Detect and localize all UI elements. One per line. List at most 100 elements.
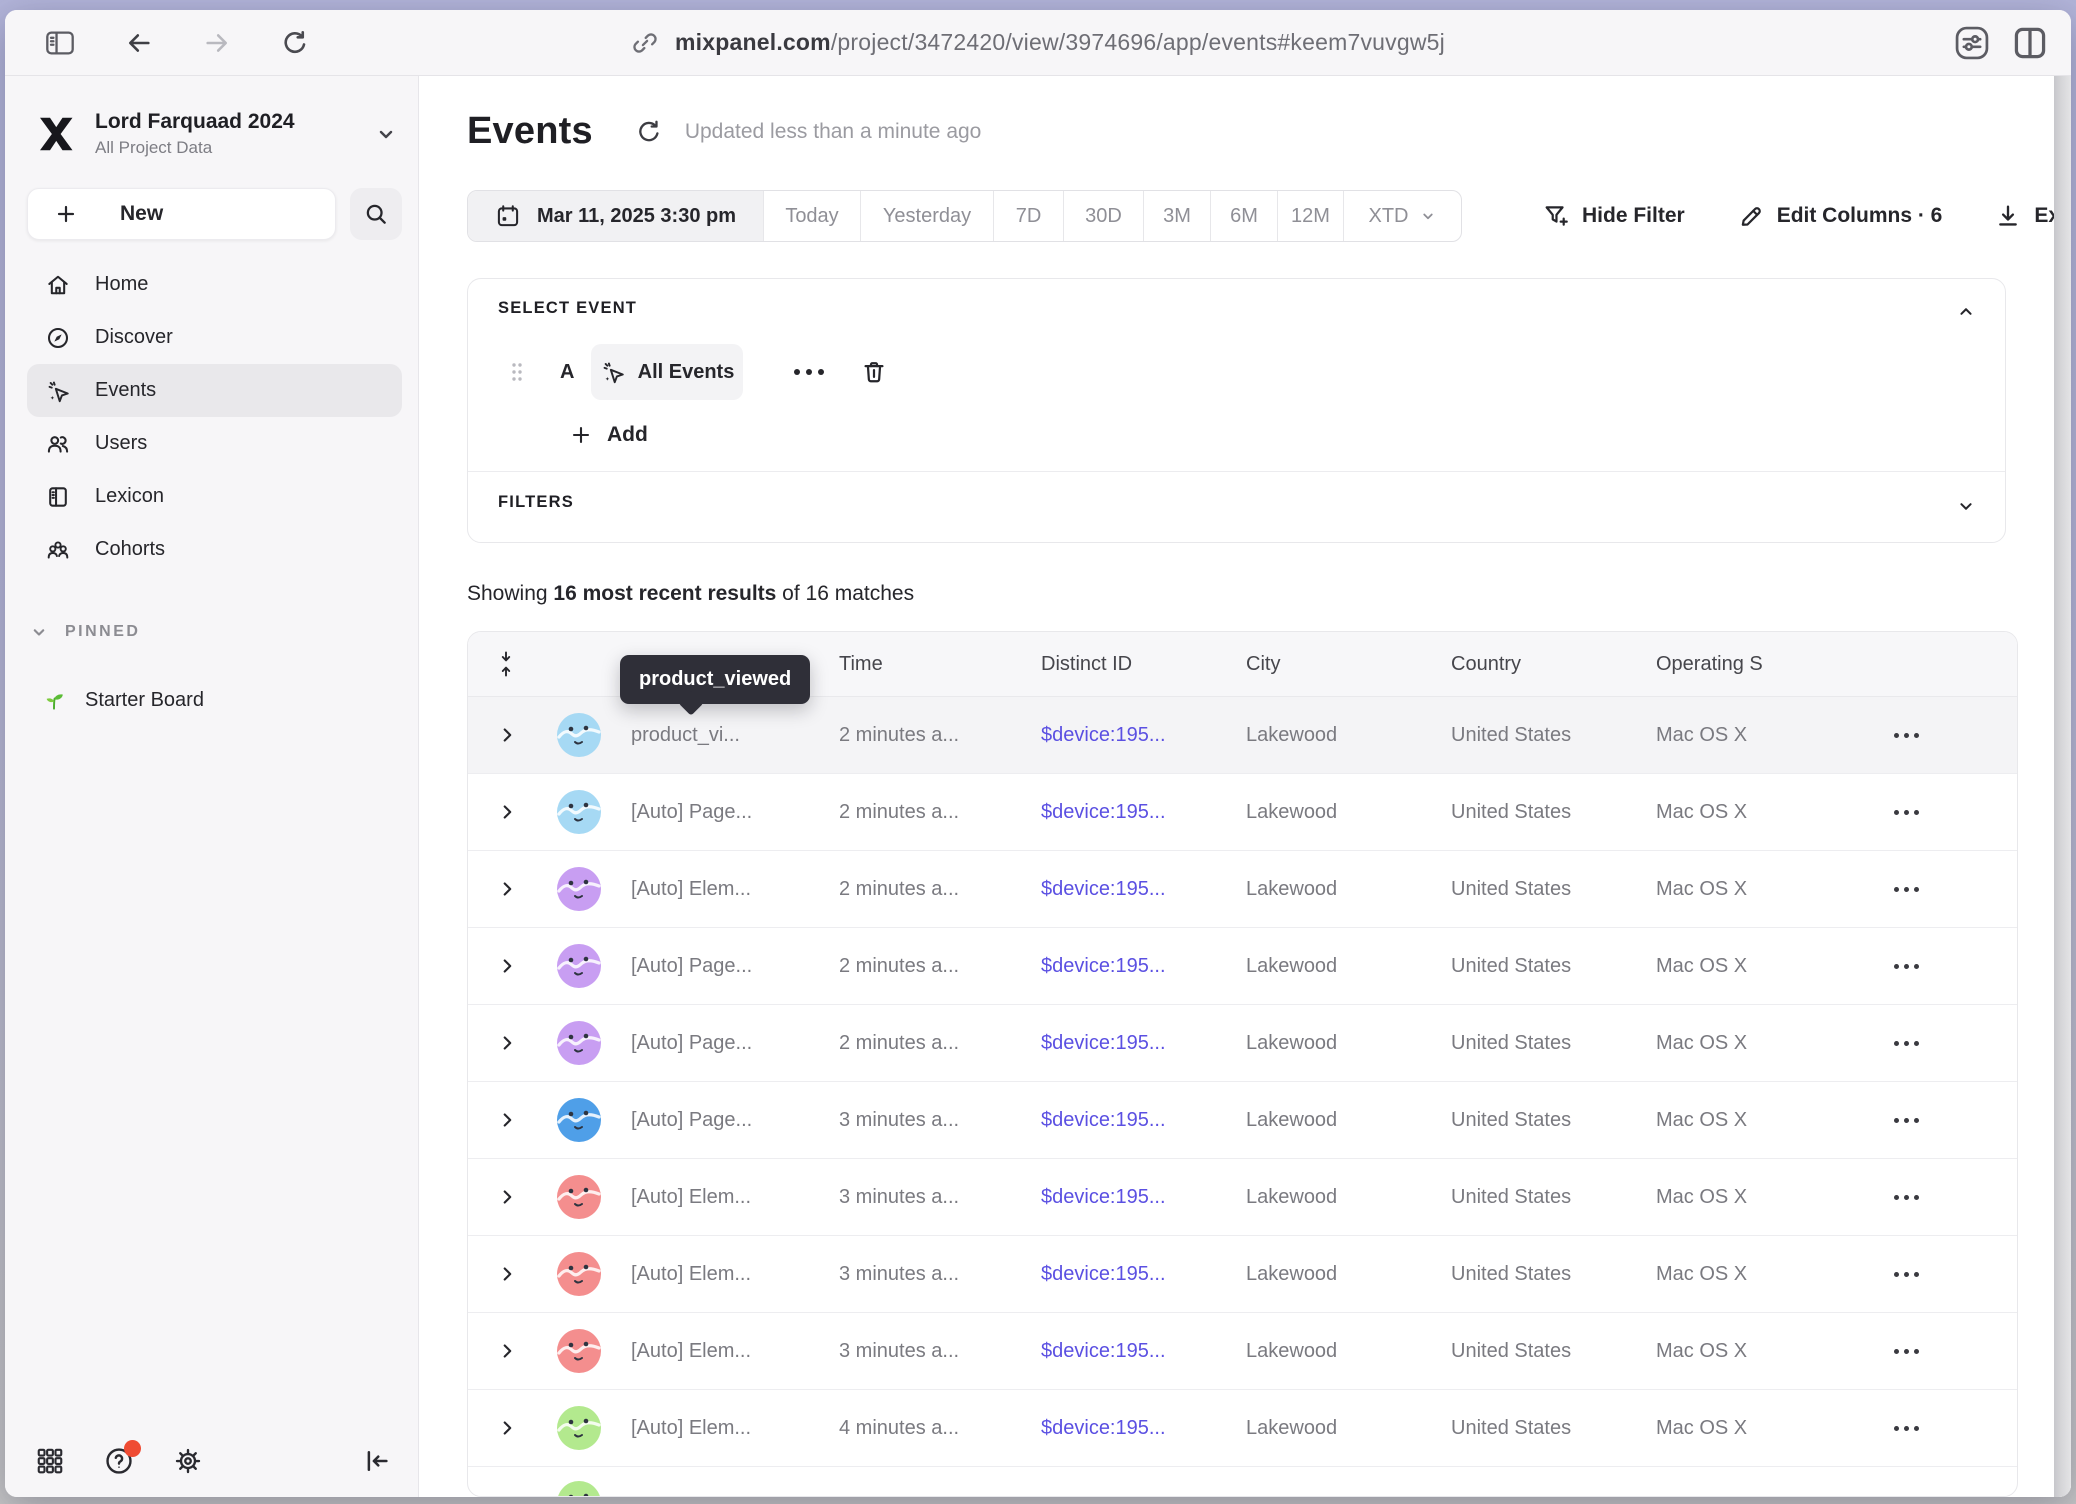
trash-icon[interactable]	[860, 358, 888, 386]
row-actions-icon[interactable]	[1861, 1041, 1951, 1046]
preset-6m[interactable]: 6M	[1211, 191, 1278, 241]
row-expander-icon[interactable]	[468, 1417, 546, 1439]
table-row[interactable]: [Auto] Page... 2 minutes a... $device:19…	[468, 774, 2017, 851]
column-header-city[interactable]: City	[1246, 653, 1451, 676]
distinct-id-link[interactable]: $device:195...	[1041, 878, 1246, 901]
column-header-country[interactable]: Country	[1451, 653, 1656, 676]
page-settings-icon[interactable]	[1953, 24, 1991, 62]
collapse-rows-icon[interactable]	[498, 650, 546, 678]
operating-system: Mac OS X	[1656, 1417, 1861, 1440]
event-name: product_vi...	[631, 724, 839, 747]
drag-handle-icon[interactable]	[510, 360, 524, 384]
reload-icon[interactable]	[279, 28, 311, 58]
date-picker[interactable]: Mar 11, 2025 3:30 pm	[468, 191, 764, 241]
edit-columns-button[interactable]: Edit Columns · 6	[1737, 202, 1943, 230]
country: United States	[1451, 1340, 1656, 1363]
sidebar-item-lexicon[interactable]: Lexicon	[27, 470, 402, 523]
project-switcher[interactable]: Lord Farquaad 2024 All Project Data	[35, 106, 398, 162]
sidebar-item-events[interactable]: Events	[27, 364, 402, 417]
table-row[interactable]: [Auto] Elem... 3 minutes a... $device:19…	[468, 1159, 2017, 1236]
row-actions-icon[interactable]	[1861, 887, 1951, 892]
row-expander-icon[interactable]	[468, 801, 546, 823]
vertical-scrollbar[interactable]	[2054, 76, 2071, 1497]
column-header-distinct-id[interactable]: Distinct ID	[1041, 653, 1246, 676]
sidebar-item-users[interactable]: Users	[27, 417, 402, 470]
preset-3m[interactable]: 3M	[1144, 191, 1211, 241]
row-actions-icon[interactable]	[1861, 810, 1951, 815]
event-name: [Auto] Elem...	[631, 1417, 839, 1440]
row-expander-icon[interactable]	[468, 1263, 546, 1285]
row-actions-icon[interactable]	[1861, 1118, 1951, 1123]
hide-filter-button[interactable]: Hide Filter	[1542, 202, 1685, 230]
table-row[interactable]: [Auto] Elem... 2 minutes a... $device:19…	[468, 851, 2017, 928]
settings-button[interactable]	[173, 1446, 203, 1476]
new-button[interactable]: New	[27, 188, 336, 240]
distinct-id-link[interactable]: $device:195...	[1041, 1417, 1246, 1440]
apps-grid-icon[interactable]	[35, 1446, 65, 1476]
preset-30d[interactable]: 30D	[1064, 191, 1144, 241]
expand-section-icon[interactable]	[1955, 495, 1977, 517]
event-options-icon[interactable]	[794, 369, 824, 375]
row-actions-icon[interactable]	[1861, 733, 1951, 738]
back-icon[interactable]	[123, 29, 155, 57]
row-expander-icon[interactable]	[468, 1109, 546, 1131]
distinct-id-link[interactable]: $device:195...	[1041, 1109, 1246, 1132]
table-row[interactable]: [Auto] Elem... 4 minutes a... $device:19…	[468, 1390, 2017, 1467]
help-button[interactable]	[103, 1445, 135, 1477]
sidebar-item-cohorts[interactable]: Cohorts	[27, 523, 402, 576]
row-actions-icon[interactable]	[1861, 1426, 1951, 1431]
table-row[interactable]: [Auto] Elem... 3 minutes a... $device:19…	[468, 1313, 2017, 1390]
table-row[interactable]: [Auto] Page... 3 minutes a... $device:19…	[468, 1082, 2017, 1159]
row-expander-icon[interactable]	[468, 878, 546, 900]
column-header-os[interactable]: Operating S	[1656, 653, 1861, 676]
event-time: 3 minutes a...	[839, 1340, 1041, 1363]
preset-today[interactable]: Today	[764, 191, 861, 241]
sidebar-item-home[interactable]: Home	[27, 258, 402, 311]
collapse-section-icon[interactable]	[1955, 301, 1977, 323]
collapse-sidebar-icon[interactable]	[362, 1446, 392, 1476]
search-button[interactable]	[350, 188, 402, 240]
country: United States	[1451, 1032, 1656, 1055]
distinct-id-link[interactable]: $device:195...	[1041, 1032, 1246, 1055]
sidebar-toggle-icon[interactable]	[43, 28, 77, 58]
row-actions-icon[interactable]	[1861, 1195, 1951, 1200]
table-row[interactable]: product_vi... 2 minutes a... $device:195…	[468, 697, 2017, 774]
preset-xtd[interactable]: XTD	[1344, 191, 1461, 241]
pinned-section-header[interactable]: PINNED	[29, 622, 140, 642]
preset-7d[interactable]: 7D	[994, 191, 1064, 241]
split-view-icon[interactable]	[2011, 24, 2049, 62]
url-bar[interactable]: mixpanel.com/project/3472420/view/397469…	[631, 29, 1445, 57]
distinct-id-link[interactable]: $device:195...	[1041, 1263, 1246, 1286]
date-range-control: Mar 11, 2025 3:30 pm Today Yesterday 7D …	[467, 190, 1462, 242]
table-row[interactable]: [Auto] Elem... 3 minutes a... $device:19…	[468, 1236, 2017, 1313]
forward-icon[interactable]	[201, 29, 233, 57]
distinct-id-link[interactable]: $device:195...	[1041, 1186, 1246, 1209]
row-expander-icon[interactable]	[468, 1186, 546, 1208]
city: Lakewood	[1246, 878, 1451, 901]
row-actions-icon[interactable]	[1861, 1349, 1951, 1354]
row-actions-icon[interactable]	[1861, 964, 1951, 969]
row-actions-icon[interactable]	[1861, 1272, 1951, 1277]
add-event-button[interactable]: Add	[569, 420, 648, 450]
table-row[interactable]: [Auto] Page... 2 minutes a... $device:19…	[468, 928, 2017, 1005]
table-row[interactable]: [Auto] Page... 2 minutes a... $device:19…	[468, 1005, 2017, 1082]
refresh-button[interactable]	[635, 118, 663, 146]
search-icon	[363, 201, 389, 227]
preset-12m[interactable]: 12M	[1278, 191, 1344, 241]
distinct-id-link[interactable]: $device:195...	[1041, 1340, 1246, 1363]
row-expander-icon[interactable]	[468, 1340, 546, 1362]
preset-yesterday[interactable]: Yesterday	[861, 191, 994, 241]
row-expander-icon[interactable]	[468, 724, 546, 746]
event-time: 3 minutes a...	[839, 1109, 1041, 1132]
sidebar-item-discover[interactable]: Discover	[27, 311, 402, 364]
distinct-id-link[interactable]: $device:195...	[1041, 724, 1246, 747]
row-expander-icon[interactable]	[468, 1032, 546, 1054]
distinct-id-link[interactable]: $device:195...	[1041, 801, 1246, 824]
sidebar-item-starter-board[interactable]: Starter Board	[27, 676, 402, 724]
event-selector-chip[interactable]: All Events	[591, 344, 743, 400]
column-header-time[interactable]: Time	[839, 653, 1041, 676]
distinct-id-link[interactable]: $device:195...	[1041, 955, 1246, 978]
row-expander-icon[interactable]	[468, 955, 546, 977]
download-icon	[1994, 202, 2022, 230]
operating-system: Mac OS X	[1656, 878, 1861, 901]
